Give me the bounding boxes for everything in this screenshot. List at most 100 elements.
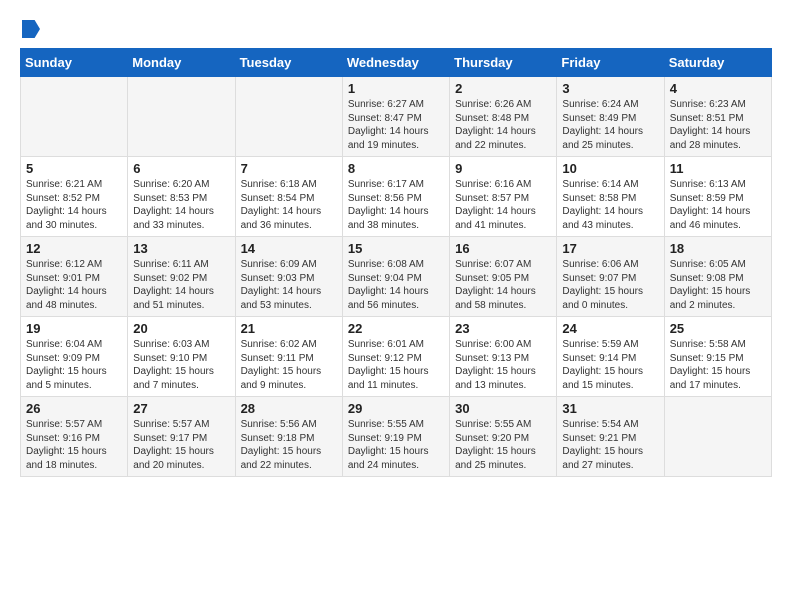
day-number: 11 [670,161,766,176]
day-number: 6 [133,161,229,176]
calendar-cell: 24Sunrise: 5:59 AM Sunset: 9:14 PM Dayli… [557,317,664,397]
day-info: Sunrise: 6:08 AM Sunset: 9:04 PM Dayligh… [348,258,444,312]
calendar-cell: 22 Sunrise: 6:01 AM Sunset: 9:12 PM Dayli… [342,317,449,397]
day-number: 26 [26,401,122,416]
day-info: Sunrise: 5:55 AM Sunset: 9:19 PM Dayligh… [348,418,444,472]
day-info: Sunrise: 6:00 AM Sunset: 9:13 PM Dayligh… [455,338,551,392]
calendar-week-row: 12 Sunrise: 6:12 AM Sunset: 9:01 PM Dayli… [21,237,772,317]
calendar-cell: 27 Sunrise: 5:57 AM Sunset: 9:17 PM Dayli… [128,397,235,477]
calendar-cell: 5 Sunrise: 6:21 AM Sunset: 8:52 PM Daylig… [21,157,128,237]
calendar-cell: 21 Sunrise: 6:02 AM Sunset: 9:11 PM Dayli… [235,317,342,397]
calendar-cell: 7 Sunrise: 6:18 AM Sunset: 8:54 PM Daylig… [235,157,342,237]
day-number: 19 [26,321,122,336]
day-header-thursday: Thursday [450,49,557,77]
day-number: 25 [670,321,766,336]
calendar-cell: 1 Sunrise: 6:27 AM Sunset: 8:47 PM Daylig… [342,77,449,157]
calendar-header-row: SundayMondayTuesdayWednesdayThursdayFrid… [21,49,772,77]
day-header-tuesday: Tuesday [235,49,342,77]
calendar-cell: 25 Sunrise: 5:58 AM Sunset: 9:15 PM Dayli… [664,317,771,397]
day-info: Sunrise: 6:06 AM Sunset: 9:07 PM Dayligh… [562,258,658,312]
calendar-week-row: 1 Sunrise: 6:27 AM Sunset: 8:47 PM Daylig… [21,77,772,157]
day-number: 13 [133,241,229,256]
day-info: Sunrise: 6:01 AM Sunset: 9:12 PM Dayligh… [348,338,444,392]
calendar-cell: 19 Sunrise: 6:04 AM Sunset: 9:09 PM Dayli… [21,317,128,397]
calendar-cell: 10 Sunrise: 6:14 AM Sunset: 8:58 PM Dayli… [557,157,664,237]
calendar-cell: 9 Sunrise: 6:16 AM Sunset: 8:57 PM Daylig… [450,157,557,237]
day-info: Sunrise: 6:03 AM Sunset: 9:10 PM Dayligh… [133,338,229,392]
calendar-cell: 30 Sunrise: 5:55 AM Sunset: 9:20 PM Dayli… [450,397,557,477]
calendar-cell: 17 Sunrise: 6:06 AM Sunset: 9:07 PM Dayli… [557,237,664,317]
day-info: Sunrise: 6:16 AM Sunset: 8:57 PM Dayligh… [455,178,551,232]
calendar-cell [664,397,771,477]
day-info: Sunrise: 5:54 AM Sunset: 9:21 PM Dayligh… [562,418,658,472]
day-number: 15 [348,241,444,256]
calendar-cell: 28 Sunrise: 5:56 AM Sunset: 9:18 PM Dayli… [235,397,342,477]
day-number: 30 [455,401,551,416]
day-header-saturday: Saturday [664,49,771,77]
day-number: 7 [241,161,337,176]
calendar-cell: 3 Sunrise: 6:24 AM Sunset: 8:49 PM Daylig… [557,77,664,157]
calendar-cell: 13 Sunrise: 6:11 AM Sunset: 9:02 PM Dayli… [128,237,235,317]
day-info: Sunrise: 6:07 AM Sunset: 9:05 PM Dayligh… [455,258,551,312]
day-info: Sunrise: 6:24 AM Sunset: 8:49 PM Dayligh… [562,98,658,152]
day-number: 4 [670,81,766,96]
day-info: Sunrise: 5:57 AM Sunset: 9:16 PM Dayligh… [26,418,122,472]
day-info: Sunrise: 6:12 AM Sunset: 9:01 PM Dayligh… [26,258,122,312]
day-info: Sunrise: 6:11 AM Sunset: 9:02 PM Dayligh… [133,258,229,312]
day-header-friday: Friday [557,49,664,77]
calendar-cell: 6Sunrise: 6:20 AM Sunset: 8:53 PM Daylig… [128,157,235,237]
calendar-cell [128,77,235,157]
calendar-cell: 20 Sunrise: 6:03 AM Sunset: 9:10 PM Dayli… [128,317,235,397]
day-number: 31 [562,401,658,416]
day-info: Sunrise: 6:27 AM Sunset: 8:47 PM Dayligh… [348,98,444,152]
day-number: 21 [241,321,337,336]
day-info: Sunrise: 6:23 AM Sunset: 8:51 PM Dayligh… [670,98,766,152]
day-info: Sunrise: 5:59 AM Sunset: 9:14 PM Dayligh… [562,338,658,392]
day-number: 28 [241,401,337,416]
calendar-cell: 11 Sunrise: 6:13 AM Sunset: 8:59 PM Dayli… [664,157,771,237]
day-number: 3 [562,81,658,96]
day-header-sunday: Sunday [21,49,128,77]
day-info: Sunrise: 5:58 AM Sunset: 9:15 PM Dayligh… [670,338,766,392]
day-number: 27 [133,401,229,416]
day-number: 16 [455,241,551,256]
day-number: 17 [562,241,658,256]
calendar-cell [21,77,128,157]
day-number: 10 [562,161,658,176]
day-number: 14 [241,241,337,256]
calendar-cell: 31 Sunrise: 5:54 AM Sunset: 9:21 PM Dayli… [557,397,664,477]
day-header-wednesday: Wednesday [342,49,449,77]
day-info: Sunrise: 6:02 AM Sunset: 9:11 PM Dayligh… [241,338,337,392]
day-number: 18 [670,241,766,256]
day-info: Sunrise: 6:05 AM Sunset: 9:08 PM Dayligh… [670,258,766,312]
day-number: 12 [26,241,122,256]
calendar-cell: 8Sunrise: 6:17 AM Sunset: 8:56 PM Daylig… [342,157,449,237]
calendar-cell: 18 Sunrise: 6:05 AM Sunset: 9:08 PM Dayli… [664,237,771,317]
day-header-monday: Monday [128,49,235,77]
day-number: 20 [133,321,229,336]
day-number: 22 [348,321,444,336]
day-info: Sunrise: 5:56 AM Sunset: 9:18 PM Dayligh… [241,418,337,472]
day-number: 5 [26,161,122,176]
day-number: 9 [455,161,551,176]
day-info: Sunrise: 6:14 AM Sunset: 8:58 PM Dayligh… [562,178,658,232]
day-number: 29 [348,401,444,416]
day-info: Sunrise: 6:21 AM Sunset: 8:52 PM Dayligh… [26,178,122,232]
calendar-cell [235,77,342,157]
day-number: 8 [348,161,444,176]
calendar-table: SundayMondayTuesdayWednesdayThursdayFrid… [20,48,772,477]
calendar-cell: 15 Sunrise: 6:08 AM Sunset: 9:04 PM Dayli… [342,237,449,317]
day-info: Sunrise: 6:18 AM Sunset: 8:54 PM Dayligh… [241,178,337,232]
day-info: Sunrise: 6:04 AM Sunset: 9:09 PM Dayligh… [26,338,122,392]
day-number: 23 [455,321,551,336]
day-info: Sunrise: 6:13 AM Sunset: 8:59 PM Dayligh… [670,178,766,232]
day-number: 1 [348,81,444,96]
calendar-cell: 2Sunrise: 6:26 AM Sunset: 8:48 PM Daylig… [450,77,557,157]
calendar-cell: 26 Sunrise: 5:57 AM Sunset: 9:16 PM Dayli… [21,397,128,477]
day-info: Sunrise: 5:57 AM Sunset: 9:17 PM Dayligh… [133,418,229,472]
day-info: Sunrise: 5:55 AM Sunset: 9:20 PM Dayligh… [455,418,551,472]
calendar-cell: 12 Sunrise: 6:12 AM Sunset: 9:01 PM Dayli… [21,237,128,317]
logo [20,20,40,38]
calendar-week-row: 19 Sunrise: 6:04 AM Sunset: 9:09 PM Dayli… [21,317,772,397]
header [20,20,772,38]
